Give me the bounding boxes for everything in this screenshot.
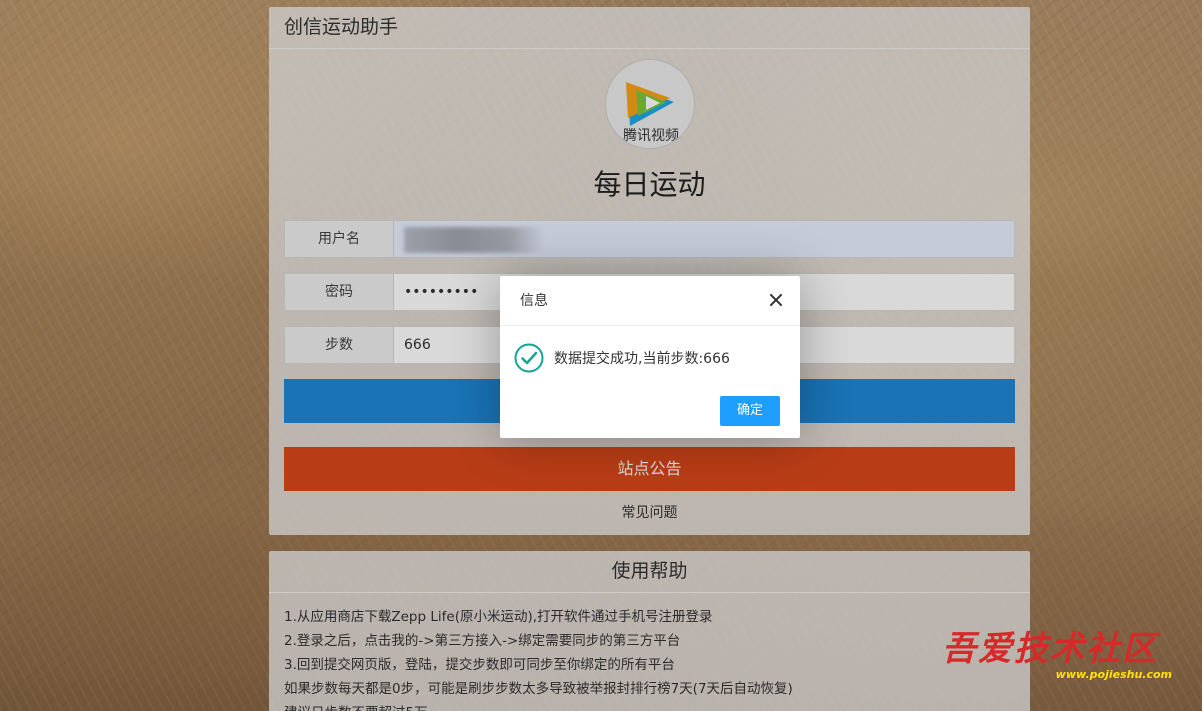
dialog-title: 信息 <box>500 276 800 326</box>
watermark-main: 吾爱技术社区 <box>942 629 1158 669</box>
dialog-message-row: 数据提交成功,当前步数:666 <box>514 343 730 373</box>
ok-button[interactable]: 确定 <box>720 396 780 426</box>
dialog-message: 数据提交成功,当前步数:666 <box>554 351 730 367</box>
site-watermark: 吾爱技术社区 www.pojieshu.com <box>942 630 1178 685</box>
watermark-url: www.pojieshu.com <box>1055 668 1172 681</box>
close-icon[interactable] <box>768 292 784 308</box>
check-circle-icon <box>514 343 544 373</box>
info-dialog: 信息 数据提交成功,当前步数:666 确定 <box>500 276 800 438</box>
